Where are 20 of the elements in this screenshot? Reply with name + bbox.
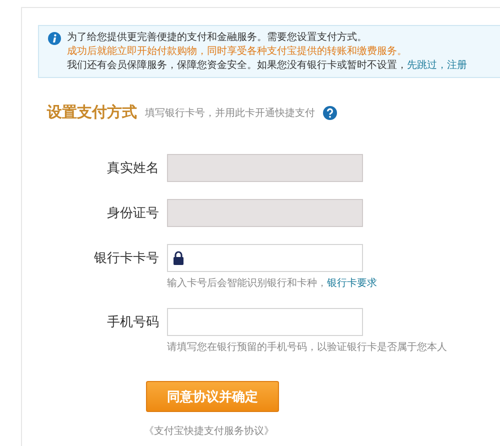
- section-title: 设置支付方式: [47, 103, 137, 122]
- info-icon: [48, 32, 61, 45]
- lock-icon: [173, 251, 184, 265]
- notice-text: 我们还有会员保障服务，保障您资金安全。如果您没有银行卡或暂时不设置，先跳过，注册: [67, 59, 467, 73]
- input-field[interactable]: [167, 244, 363, 272]
- field-label: 身份证号: [107, 205, 159, 222]
- notice-link[interactable]: 先跳过: [407, 60, 437, 71]
- notice-text: 为了给您提供更完善便捷的支付和金融服务。需要您设置支付方式。: [67, 31, 368, 45]
- section-subtitle: 填写银行卡号，并用此卡开通快捷支付: [145, 106, 315, 120]
- agreement-link[interactable]: 《支付宝快捷支付服务协议》: [144, 424, 274, 438]
- hint-text: 请填写您在银行预留的手机号码，以验证银行卡是否属于您本人: [167, 341, 447, 355]
- hint-text: 输入卡号后会智能识别银行和卡种，银行卡要求: [167, 277, 377, 291]
- notice-text: 成功后就能立即开始付款购物，同时享受各种支付宝提供的转账和缴费服务。: [67, 45, 408, 59]
- input-field[interactable]: [167, 308, 363, 336]
- field-label: 银行卡卡号: [94, 250, 159, 267]
- help-icon[interactable]: [323, 106, 337, 120]
- field-label: 真实姓名: [107, 160, 159, 177]
- notice-link[interactable]: ，注册: [437, 60, 467, 71]
- card-requirements-link[interactable]: 银行卡要求: [327, 278, 377, 289]
- field-label: 手机号码: [107, 314, 159, 331]
